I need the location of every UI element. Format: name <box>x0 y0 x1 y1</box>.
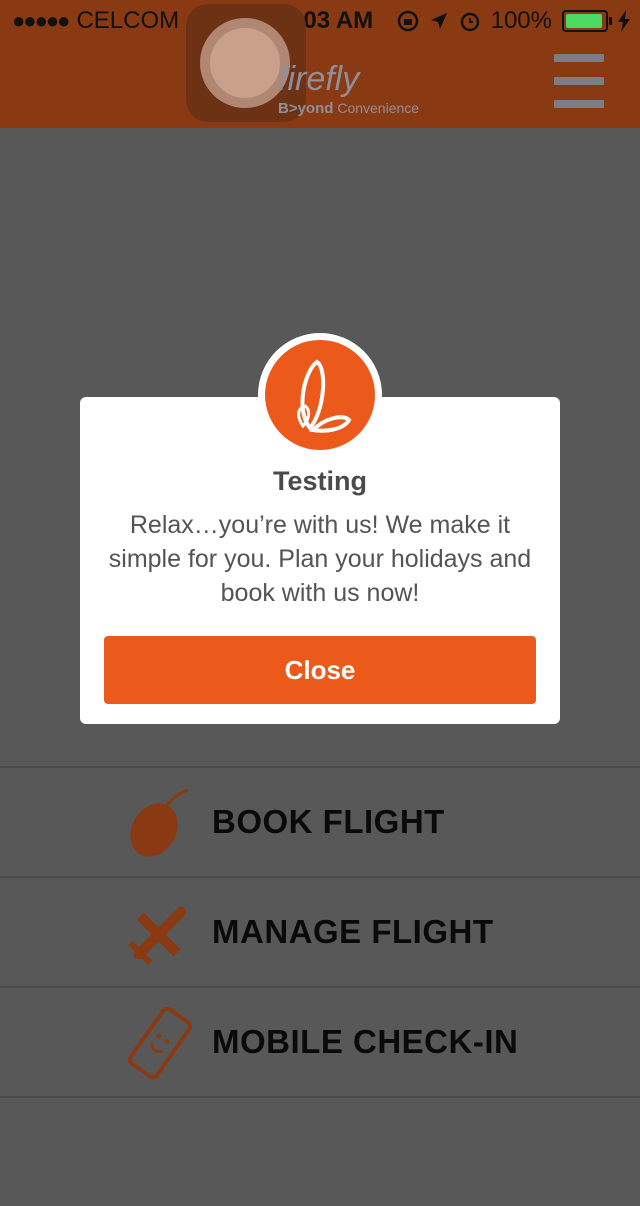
hamburger-menu-button[interactable] <box>554 54 604 110</box>
brand-name: firefly <box>278 60 360 98</box>
battery-icon <box>562 10 612 32</box>
alarm-clock-icon <box>460 12 479 32</box>
app-header: ●●●●● CELCOM 11:03 AM 100% firefly B>yon… <box>0 0 640 128</box>
menu-item-label: MOBILE CHECK-IN <box>212 1023 519 1060</box>
dialog-badge <box>265 340 375 450</box>
rotation-lock-icon <box>397 10 418 32</box>
charging-bolt-icon <box>618 10 630 32</box>
menu-item-book-flight[interactable]: BOOK FLIGHT <box>0 766 640 876</box>
battery-percent: 100% <box>490 7 552 34</box>
menu-item-partial[interactable] <box>0 1096 640 1206</box>
airplane-icon <box>128 906 187 965</box>
location-arrow-icon <box>430 13 447 29</box>
brand-tagline: B>yond Convenience <box>278 100 419 117</box>
menu-item-manage-flight[interactable]: MANAGE FLIGHT <box>0 876 640 986</box>
mouse-icon <box>130 788 189 857</box>
tagline-rest: Convenience <box>337 100 420 116</box>
mobile-phone-icon <box>127 1006 193 1080</box>
dialog-title: Testing <box>273 466 367 496</box>
main-menu-list: BOOK FLIGHT MANAGE FLIGHT MOBILE CHECK-I… <box>0 766 640 1206</box>
menu-item-mobile-check-in[interactable]: MOBILE CHECK-IN <box>0 986 640 1096</box>
status-bar: ●●●●● CELCOM 11:03 AM 100% <box>0 0 640 40</box>
hamburger-icon <box>554 54 604 62</box>
firefly-logo-icon <box>200 18 290 108</box>
menu-item-label: BOOK FLIGHT <box>212 803 445 840</box>
carrier-name: CELCOM <box>76 7 180 34</box>
firefly-wing-icon <box>297 359 352 433</box>
close-button[interactable]: Close <box>104 636 536 704</box>
signal-strength-icon: ●●●●● <box>12 8 70 33</box>
menu-item-label: MANAGE FLIGHT <box>212 913 494 950</box>
dialog-message: Relax…you’re with us! We make it simple … <box>108 511 532 607</box>
tagline-bold: B>yond <box>278 100 334 117</box>
